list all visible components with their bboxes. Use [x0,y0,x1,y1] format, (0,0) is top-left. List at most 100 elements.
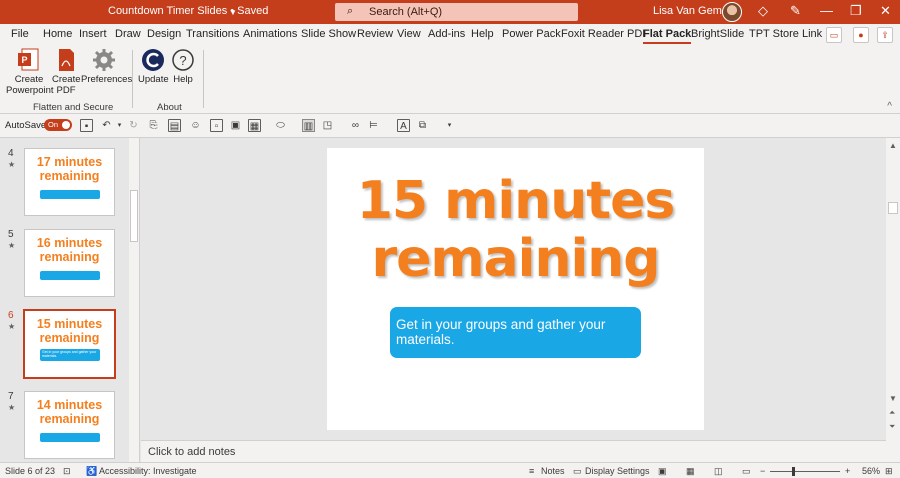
help-button[interactable]: ? Help [170,48,196,85]
customize-qat-icon[interactable]: ▾ [443,119,456,132]
tab-insert[interactable]: Insert [79,28,107,40]
reading-view-icon[interactable]: ◫ [714,466,723,477]
slide-thumbnail[interactable]: 14 minutes remaining [24,391,115,459]
accessibility-icon[interactable]: ♿ [86,466,97,477]
zoom-slider-thumb[interactable] [792,467,795,476]
align-icon[interactable]: ⊨ [367,119,380,132]
emoji-icon[interactable]: ☺ [189,119,202,132]
thumbnail-line2: remaining [39,331,100,345]
export-icon[interactable]: ⎘ [147,119,160,132]
chevron-down-icon[interactable]: ▾ [113,119,126,132]
normal-view-icon[interactable]: ▣ [658,466,667,477]
thumbnail-line1: 17 minutes [36,155,103,169]
slide-counter[interactable]: Slide 6 of 23 [5,466,55,476]
scrollbar-thumb[interactable] [130,190,138,242]
record-icon[interactable]: ● [853,27,869,43]
notes-icon[interactable]: ≡ [529,466,534,476]
textbox-icon[interactable]: A [397,119,410,132]
document-title[interactable]: Countdown Timer Slides • Saved [108,5,268,17]
preferences-button[interactable]: Preferences [81,48,132,85]
tab-home[interactable]: Home [43,28,72,40]
comments-icon[interactable]: ▭ [826,27,842,43]
slide-thumbnail[interactable]: 16 minutes remaining [24,229,115,297]
tab-file[interactable]: File [11,28,29,40]
notes-pane[interactable]: Click to add notes [141,440,886,462]
search-icon: ⌕ [347,5,354,17]
zoom-level[interactable]: 56% [862,466,880,476]
save-icon[interactable]: ▪ [80,119,93,132]
create-pdf-button[interactable]: Create PDF [52,48,81,96]
new-page-icon[interactable]: ▫ [210,119,223,132]
tab-design[interactable]: Design [147,28,181,40]
link-icon[interactable]: ∞ [349,119,362,132]
table-icon[interactable]: ▦ [248,119,261,132]
tab-foxit-reader-pdf[interactable]: Foxit Reader PDF [561,28,649,40]
search-box[interactable]: ⌕ Search (Alt+Q) [335,3,578,21]
collapse-ribbon-icon[interactable]: ^ [887,101,892,112]
display-settings-button[interactable]: Display Settings [585,466,650,476]
slide-callout[interactable]: Get in your groups and gather your mater… [390,307,641,358]
display-settings-icon[interactable]: ▭ [573,466,582,477]
transition-star-icon: ★ [8,160,16,169]
diamond-icon[interactable]: ◇ [758,3,768,19]
create-pdf-line2: PDF [56,85,76,96]
arrange-icon[interactable]: ⧉ [416,119,429,132]
tab-add-ins[interactable]: Add-ins [428,28,465,40]
zoom-out-icon[interactable]: − [760,466,765,476]
tab-help[interactable]: Help [471,28,494,40]
picture-icon[interactable]: ▣ [229,119,242,132]
spelling-icon[interactable]: ⊡ [63,466,71,477]
zoom-slider[interactable] [770,471,840,472]
next-slide-icon[interactable]: ⏷ [889,422,895,432]
chevron-down-icon[interactable]: ▼ [229,8,237,17]
tab-review[interactable]: Review [357,28,393,40]
avatar[interactable] [722,2,742,22]
tab-animations[interactable]: Animations [243,28,297,40]
slide-sorter-icon[interactable]: ▦ [686,466,695,477]
fit-to-window-icon[interactable]: ⊞ [885,466,893,477]
scroll-up-icon[interactable]: ▲ [889,141,897,150]
tab-view[interactable]: View [397,28,421,40]
zoom-in-icon[interactable]: + [845,466,850,476]
slideshow-icon[interactable]: ▭ [742,466,751,477]
tab-flat-pack[interactable]: Flat Pack [643,28,692,44]
thumbnail-line2: remaining [39,250,100,264]
slide-thumbnail[interactable]: 17 minutes remaining [24,148,115,216]
autosave-toggle[interactable]: On [44,119,72,131]
restore-icon[interactable]: ❐ [850,3,862,19]
layout-icon[interactable]: ▥ [302,119,315,132]
shape-icon[interactable]: ⬭ [274,119,287,132]
shapes-icon[interactable]: ◳ [321,119,334,132]
notes-button[interactable]: Notes [541,466,565,476]
tab-brightslide[interactable]: BrightSlide [691,28,744,40]
slide-icon[interactable]: ▤ [168,119,181,132]
create-powerpoint-button[interactable]: P Create Powerpoint [6,48,54,96]
redo-icon[interactable]: ↻ [127,119,140,132]
slide-thumbnail-selected[interactable]: 15 minutes remaining Get in your groups a… [23,309,116,379]
scroll-down-icon[interactable]: ▼ [889,394,897,403]
tab-power-pack[interactable]: Power Pack [502,28,561,40]
previous-slide-icon[interactable]: ⏶ [889,408,895,418]
pen-icon[interactable]: ✎ [790,3,801,19]
undo-icon[interactable]: ↶ [100,119,113,132]
tab-draw[interactable]: Draw [115,28,141,40]
thumbnail-line2: remaining [39,169,100,183]
tab-tpt-store-link[interactable]: TPT Store Link [749,28,822,40]
tab-slide-show[interactable]: Slide Show [301,28,356,40]
close-icon[interactable]: ✕ [880,3,891,19]
scrollbar-thumb[interactable] [888,202,898,214]
thumbnail-callout [40,190,100,199]
thumbnail-scrollbar[interactable] [129,138,139,462]
share-icon[interactable]: ⇪ [877,27,893,43]
canvas-scrollbar[interactable]: ▲ ▼ ⏶ ⏷ [886,138,900,462]
group-label-flatten: Flatten and Secure [33,102,114,113]
slide-title[interactable]: 15 minutes remaining [327,172,704,288]
current-slide[interactable]: 15 minutes remaining Get in your groups … [327,148,704,430]
tab-transitions[interactable]: Transitions [186,28,239,40]
thumbnail-callout [40,271,100,280]
quick-access-toolbar: AutoSave On ▪ ↶ ▾ ↻ ⎘ ▤ ☺ ▫ ▣ ▦ ⬭ ▥ ◳ ∞ … [0,114,900,138]
help-label: Help [173,74,193,85]
update-button[interactable]: Update [138,48,169,85]
minimize-icon[interactable]: — [820,3,833,18]
accessibility-status[interactable]: Accessibility: Investigate [99,466,197,476]
